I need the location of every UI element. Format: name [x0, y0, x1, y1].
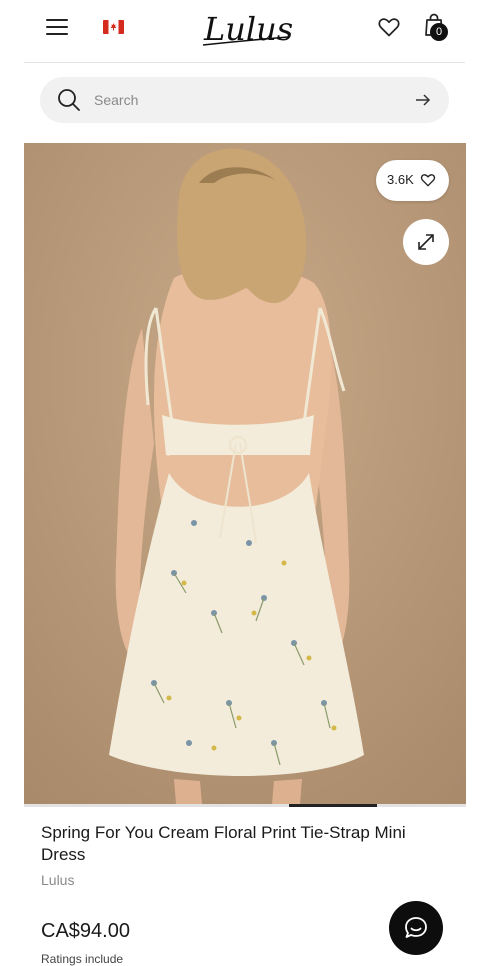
image-carousel-indicator[interactable]: [289, 804, 377, 807]
hamburger-icon[interactable]: [46, 17, 70, 37]
header: Lulus 0: [0, 0, 503, 56]
wishlist-heart-icon[interactable]: [377, 15, 401, 39]
expand-icon: [418, 234, 434, 250]
search-bar[interactable]: [40, 77, 449, 123]
chat-bubble-icon: [405, 917, 427, 938]
chat-button[interactable]: [389, 901, 443, 955]
favorite-button[interactable]: 3.6K: [376, 160, 449, 201]
lulus-logo[interactable]: Lulus: [200, 4, 293, 52]
ratings-note: Ratings include: [41, 952, 124, 966]
image-carousel-track[interactable]: [24, 804, 466, 807]
header-divider: [24, 62, 465, 63]
search-icon: [58, 89, 80, 111]
product-title: Spring For You Cream Floral Print Tie-St…: [41, 823, 406, 864]
product-price: CA$94.00: [41, 920, 130, 942]
heart-icon: [420, 174, 436, 187]
product-image[interactable]: [24, 143, 466, 804]
expand-image-button[interactable]: [403, 219, 449, 265]
favorite-count: 3.6K: [387, 172, 414, 187]
cart-count-badge: 0: [430, 23, 448, 41]
search-input[interactable]: [94, 77, 394, 123]
arrow-right-icon[interactable]: [414, 91, 432, 109]
product-brand[interactable]: Lulus: [41, 872, 74, 888]
canada-flag-icon[interactable]: [103, 20, 124, 34]
logo-text: Lulus: [203, 10, 292, 48]
